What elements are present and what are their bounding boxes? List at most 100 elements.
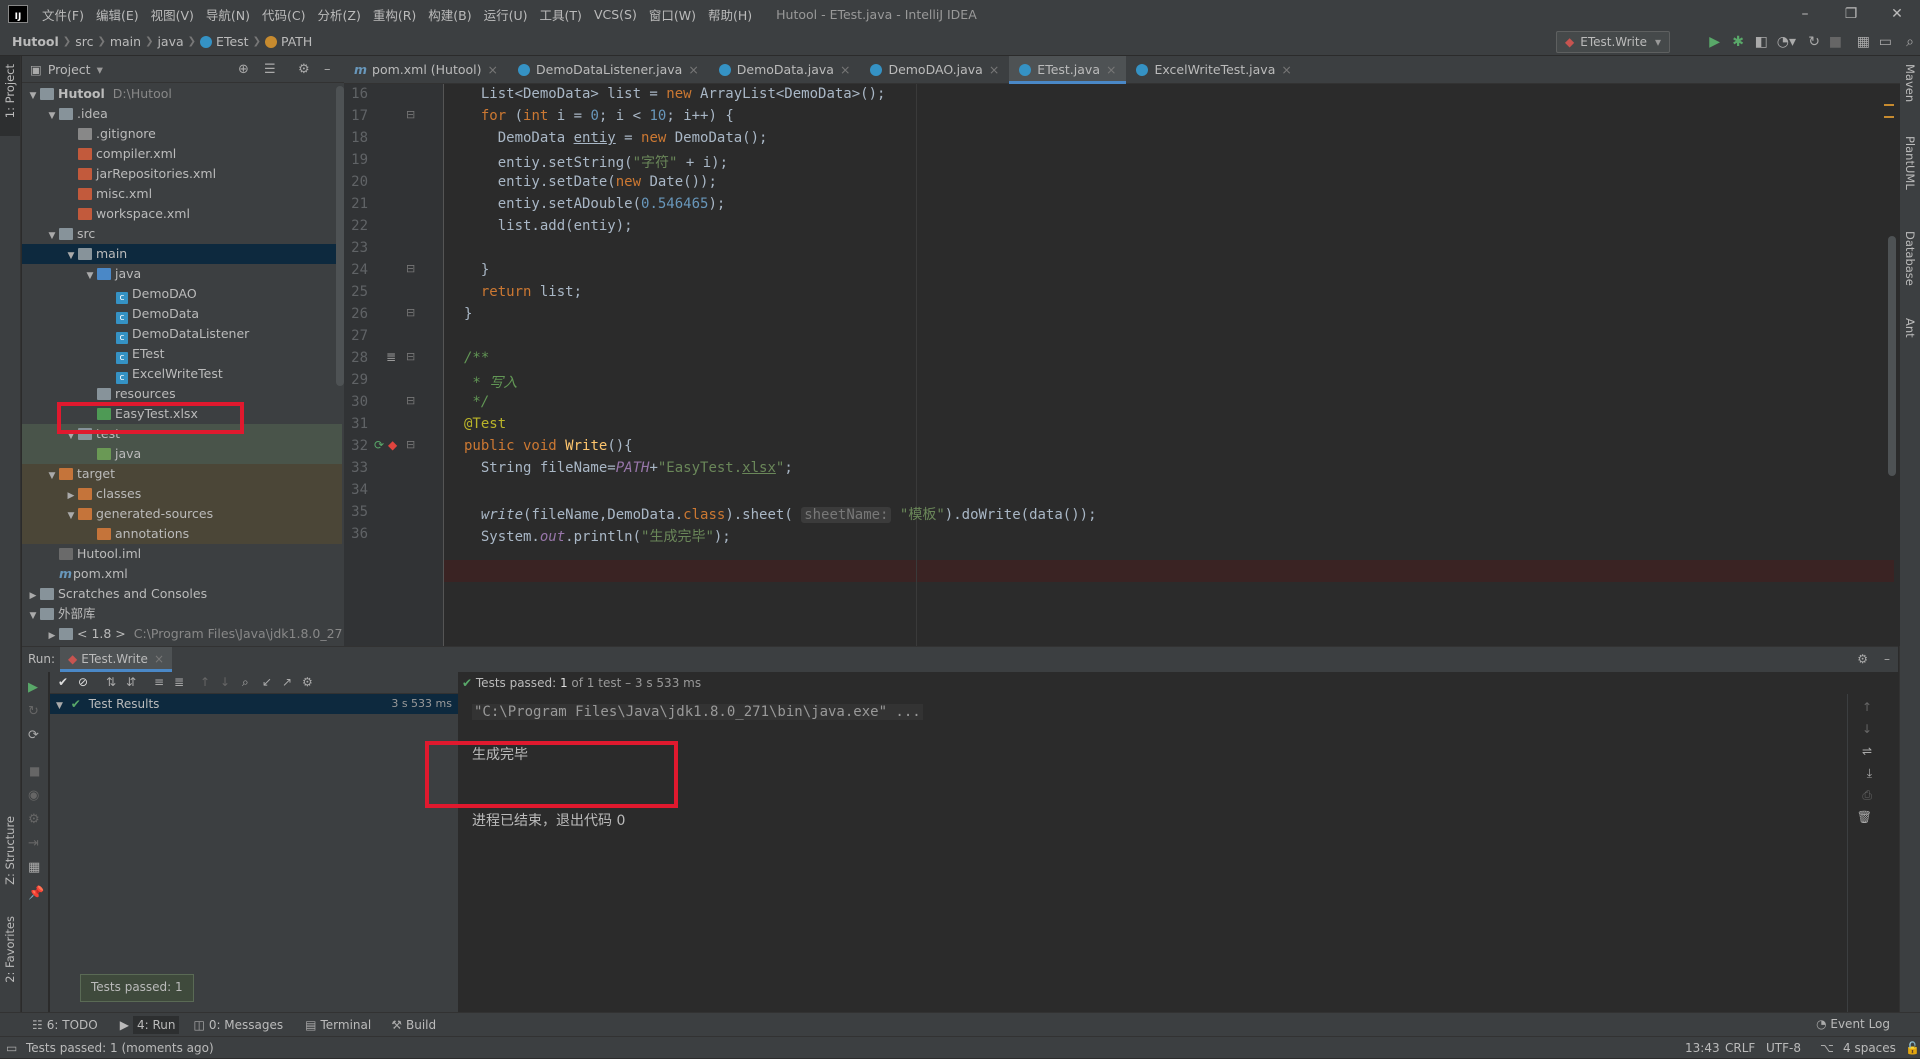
code-line[interactable]: public void Write(){ — [464, 438, 633, 454]
close-icon[interactable]: ✕ — [1874, 0, 1920, 28]
tree-item[interactable]: ▶ classes — [22, 484, 342, 504]
tab-etest[interactable]: ETest.java × — [1009, 56, 1127, 84]
locate-icon[interactable]: ⊕ — [238, 62, 249, 77]
structure-tool-button[interactable]: Z: Structure — [3, 816, 17, 885]
menu-file[interactable]: 文件(F) — [36, 5, 90, 24]
breadcrumb-src[interactable]: src — [71, 34, 97, 49]
test-results-row[interactable]: ▼ ✔ Test Results 3 s 533 ms — [50, 694, 458, 714]
stop-icon[interactable]: ■ — [1829, 33, 1842, 51]
chevron-down-icon[interactable]: ▾ — [97, 62, 103, 77]
editor-scrollbar[interactable] — [1888, 236, 1896, 476]
close-icon[interactable]: × — [1281, 62, 1291, 77]
close-icon[interactable]: × — [840, 62, 850, 77]
code-line[interactable]: write(fileName,DemoData.class).sheet( sh… — [464, 504, 1097, 524]
terminal-tool-button[interactable]: Terminal — [321, 1018, 372, 1032]
menu-navigate[interactable]: 导航(N) — [200, 5, 256, 24]
tree-item[interactable]: jarRepositories.xml — [22, 164, 342, 184]
menu-refactor[interactable]: 重构(R) — [367, 5, 422, 24]
expand-arrow-icon[interactable]: ▼ — [45, 466, 59, 486]
tree-item[interactable]: ▼ main — [22, 244, 342, 264]
close-icon[interactable]: × — [1106, 62, 1116, 77]
tree-item[interactable]: ▼ Hutool D:\Hutool — [22, 84, 342, 104]
code-line[interactable]: DemoData entiy = new DemoData(); — [464, 130, 768, 146]
status-message[interactable]: Tests passed: 1 (moments ago) — [26, 1037, 214, 1059]
menu-edit[interactable]: 编辑(E) — [90, 5, 145, 24]
render-doc-icon[interactable]: ≣ — [386, 350, 396, 364]
tree-item[interactable]: ▼ target — [22, 464, 342, 484]
minimize-icon[interactable]: – — [1782, 0, 1828, 28]
tree-item[interactable]: c DemoData — [22, 304, 342, 324]
close-icon[interactable]: × — [688, 62, 698, 77]
rerun-failed-icon[interactable]: ↻ — [28, 704, 39, 719]
tree-item[interactable]: c ETest — [22, 344, 342, 364]
fold-icon[interactable]: ⊟ — [406, 350, 415, 363]
breadcrumb-class[interactable]: ETest — [196, 34, 253, 49]
tree-item[interactable]: resources — [22, 384, 342, 404]
code-line[interactable]: entiy.setDate(new Date()); — [464, 174, 717, 190]
soft-wrap-icon[interactable]: ⇌ — [1862, 744, 1872, 758]
close-icon[interactable]: × — [154, 652, 164, 666]
tree-item[interactable]: java — [22, 444, 342, 464]
code-line[interactable]: * 写入 — [464, 372, 517, 392]
tree-item[interactable]: ▼ .idea — [22, 104, 342, 124]
menu-vcs[interactable]: VCS(S) — [588, 7, 643, 22]
expand-arrow-icon[interactable]: ▼ — [26, 86, 40, 106]
expand-arrow-icon[interactable]: ▼ — [26, 606, 40, 626]
expand-arrow-icon[interactable]: ▼ — [45, 226, 59, 246]
breakpoint-icon[interactable]: ◆ — [388, 438, 397, 452]
menu-build[interactable]: 构建(B) — [422, 5, 477, 24]
history-icon[interactable]: ⌕ — [242, 675, 249, 690]
expand-arrow-icon[interactable]: ▶ — [64, 486, 78, 506]
expand-arrow-icon[interactable]: ▼ — [45, 106, 59, 126]
expand-arrow-icon[interactable]: ▼ — [56, 701, 63, 711]
status-layout-icon[interactable]: ▭ — [6, 1037, 17, 1059]
tree-item[interactable]: ▶ < 1.8 > C:\Program Files\Java\jdk1.8.0_2… — [22, 624, 342, 644]
tree-item[interactable]: mpom.xml — [22, 564, 342, 584]
code-line[interactable]: System.out.println("生成完毕"); — [464, 526, 731, 546]
menu-run[interactable]: 运行(U) — [478, 5, 534, 24]
tree-item[interactable]: annotations — [22, 524, 342, 544]
tree-item[interactable]: ▼ 外部库 — [22, 604, 342, 624]
import-icon[interactable]: ↙ — [262, 675, 272, 689]
expand-arrow-icon[interactable]: ▼ — [64, 246, 78, 266]
toggle-auto-test-icon[interactable]: ⟳ — [28, 728, 39, 743]
menu-view[interactable]: 视图(V) — [145, 5, 200, 24]
lock-icon[interactable]: 🔓 — [1905, 1037, 1920, 1059]
pin-icon[interactable]: 📌 — [28, 886, 44, 901]
tab-demodata[interactable]: DemoData.java × — [709, 56, 861, 84]
editor-gutter[interactable]: 16 17 18 19 20 21 22 23 24 25 26 27 28 29 30 31 32 33 34 35… — [344, 84, 444, 646]
run-tab[interactable]: ◆ ETest.Write × — [60, 647, 173, 672]
expand-arrow-icon[interactable]: ▼ — [64, 506, 78, 526]
breadcrumb-project[interactable]: Hutool — [0, 34, 63, 49]
scroll-down-icon[interactable]: ↓ — [1862, 722, 1872, 736]
tree-item[interactable]: ▼ generated-sources — [22, 504, 342, 524]
prev-failed-icon[interactable]: ↑ — [200, 675, 210, 689]
settings-icon[interactable]: ⚙ — [28, 812, 40, 827]
search-everywhere-icon[interactable]: ⌕ — [1906, 33, 1914, 51]
code-line[interactable]: entiy.setString("字符" + i); — [464, 152, 728, 172]
print-icon[interactable]: ⎙ — [1862, 788, 1872, 803]
status-encoding[interactable]: UTF-8 — [1766, 1037, 1801, 1059]
collapse-all-icon[interactable]: ☰ — [264, 62, 276, 77]
plantuml-tool-button[interactable]: PlantUML — [1903, 136, 1917, 190]
database-tool-button[interactable]: Database — [1903, 231, 1917, 286]
tree-item[interactable]: compiler.xml — [22, 144, 342, 164]
rerun-icon[interactable]: ↻ — [1808, 33, 1820, 51]
sort-duration-icon[interactable]: ⇵ — [126, 675, 136, 689]
favorites-tool-button[interactable]: 2: Favorites — [3, 916, 17, 983]
expand-arrow-icon[interactable]: ▶ — [45, 626, 59, 646]
tree-item[interactable]: ▼ src — [22, 224, 342, 244]
tab-demodatalistener[interactable]: DemoDataListener.java × — [508, 56, 709, 84]
todo-tool-button[interactable]: 6: TODO — [47, 1018, 98, 1032]
restore-icon[interactable]: ❐ — [1828, 0, 1874, 28]
code-line[interactable]: String fileName=PATH+"EasyTest.xlsx"; — [464, 460, 793, 476]
profile-icon[interactable]: ◔▾ — [1777, 33, 1796, 51]
maven-tool-button[interactable]: Maven — [1903, 64, 1917, 102]
code-line[interactable]: List<DemoData> list = new ArrayList<Demo… — [464, 86, 886, 102]
debug-icon[interactable]: ✱ — [1732, 33, 1744, 51]
hide-icon[interactable]: – — [324, 62, 331, 77]
collapse-all-icon[interactable]: ≣ — [174, 675, 184, 689]
tree-item[interactable]: ▼ java — [22, 264, 342, 284]
tree-item[interactable]: Hutool.iml — [22, 544, 342, 564]
code-line[interactable]: list.add(entiy); — [464, 218, 633, 234]
